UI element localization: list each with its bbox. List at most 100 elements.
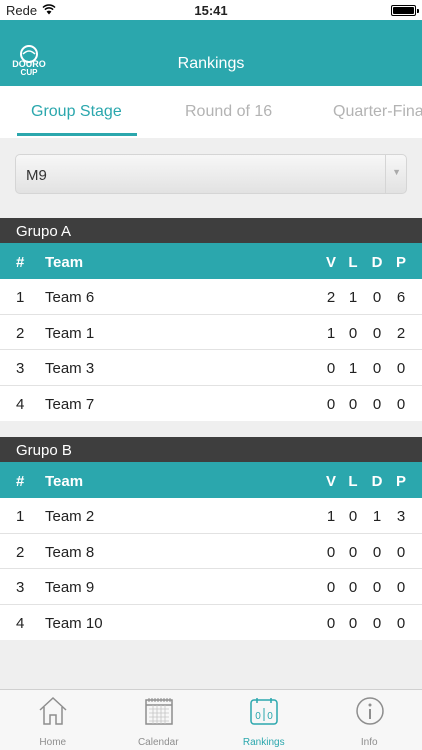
row-draws: 0 — [372, 395, 382, 413]
col-wins-header: V — [325, 254, 336, 271]
group-title: Grupo A — [0, 218, 422, 243]
table-row[interactable]: 4 Team 10 0 0 0 0 — [0, 605, 422, 641]
select-divider — [385, 155, 386, 193]
row-losses: 0 — [348, 543, 358, 561]
row-rank: 3 — [16, 360, 25, 377]
col-points-header: P — [395, 254, 406, 271]
row-team: Team 10 — [45, 614, 103, 632]
col-team-header: Team — [45, 473, 84, 490]
table-row[interactable]: 4 Team 7 0 0 0 0 — [0, 386, 422, 422]
home-icon — [39, 696, 67, 725]
table-header: # Team V L D P — [0, 243, 422, 279]
tabbar-label: Home — [39, 737, 67, 748]
row-wins: 1 — [326, 508, 336, 525]
row-rank: 2 — [16, 324, 25, 342]
status-time: 15:41 — [194, 3, 228, 18]
row-points: 0 — [396, 614, 406, 632]
col-team-header: Team — [45, 254, 84, 271]
battery-icon — [391, 5, 419, 16]
row-draws: 0 — [372, 614, 382, 632]
col-rank-header: # — [16, 254, 25, 271]
row-rank: 4 — [16, 614, 25, 632]
row-wins: 0 — [326, 543, 336, 561]
group-a-standings: Grupo A # Team V L D P 1 Team 6 2 1 0 6 … — [0, 218, 422, 421]
row-team: Team 8 — [45, 543, 95, 561]
row-points: 6 — [396, 289, 406, 306]
svg-text:0: 0 — [267, 711, 273, 722]
row-rank: 1 — [16, 508, 25, 525]
table-row[interactable]: 3 Team 3 0 1 0 0 — [0, 350, 422, 386]
rankings-icon: 0 0 — [250, 698, 278, 725]
tabbar-calendar[interactable]: Calendar — [106, 690, 212, 750]
row-wins: 0 — [326, 360, 336, 377]
row-team: Team 7 — [45, 395, 95, 413]
row-losses: 1 — [348, 360, 358, 377]
row-points: 0 — [396, 395, 406, 413]
group-b-standings: Grupo B # Team V L D P 1 Team 2 1 0 1 3 … — [0, 437, 422, 640]
row-team: Team 1 — [45, 324, 95, 342]
row-losses: 1 — [348, 289, 358, 306]
row-draws: 1 — [372, 508, 382, 525]
row-rank: 1 — [16, 289, 25, 306]
category-select[interactable]: M9 ▼ — [15, 154, 407, 194]
chevron-down-icon: ▼ — [392, 167, 401, 177]
row-wins: 0 — [326, 395, 336, 413]
row-wins: 0 — [326, 579, 336, 596]
row-rank: 3 — [16, 579, 25, 596]
table-row[interactable]: 2 Team 1 1 0 0 2 — [0, 315, 422, 350]
row-points: 0 — [396, 579, 406, 596]
row-points: 3 — [396, 508, 406, 525]
row-wins: 1 — [326, 324, 336, 342]
row-draws: 0 — [372, 579, 382, 596]
tab-quarter-finals[interactable]: Quarter-Finals — [333, 103, 422, 121]
row-draws: 0 — [372, 360, 382, 377]
row-draws: 0 — [372, 289, 382, 306]
row-points: 2 — [396, 324, 406, 342]
page-title: Rankings — [177, 55, 245, 72]
tab-group-stage[interactable]: Group Stage — [31, 103, 122, 121]
row-losses: 0 — [348, 579, 358, 596]
row-rank: 2 — [16, 543, 25, 561]
col-losses-header: L — [348, 254, 358, 271]
svg-text:0: 0 — [255, 711, 261, 722]
row-team: Team 2 — [45, 508, 95, 525]
col-rank-header: # — [16, 473, 25, 490]
navigation-bar: DOURO CUP Rankings — [0, 20, 422, 86]
table-row[interactable]: 3 Team 9 0 0 0 0 — [0, 569, 422, 605]
row-team: Team 9 — [45, 579, 95, 596]
tabbar-rankings[interactable]: 0 0 Rankings — [211, 690, 317, 750]
tabbar-label: Info — [360, 737, 378, 748]
bottom-tab-bar: Home Calendar 0 0 Rankings Info — [0, 689, 422, 750]
col-draws-header: D — [371, 254, 383, 271]
tabbar-label: Calendar — [137, 737, 179, 748]
tabbar-info[interactable]: Info — [317, 690, 422, 750]
tabbar-label: Rankings — [242, 737, 285, 748]
col-wins-header: V — [325, 473, 336, 490]
category-select-value: M9 — [26, 167, 47, 184]
table-row[interactable]: 2 Team 8 0 0 0 0 — [0, 534, 422, 569]
stage-tabs: Group Stage Round of 16 Quarter-Finals — [0, 86, 422, 138]
row-losses: 0 — [348, 508, 358, 525]
tab-round-of-16[interactable]: Round of 16 — [185, 103, 272, 121]
tabbar-home[interactable]: Home — [0, 690, 106, 750]
row-points: 0 — [396, 360, 406, 377]
row-team: Team 3 — [45, 360, 95, 377]
status-bar: Rede 15:41 — [0, 0, 422, 20]
group-title: Grupo B — [0, 437, 422, 462]
row-draws: 0 — [372, 543, 382, 561]
col-losses-header: L — [348, 473, 358, 490]
table-row[interactable]: 1 Team 2 1 0 1 3 — [0, 498, 422, 534]
row-rank: 4 — [16, 395, 25, 413]
table-header: # Team V L D P — [0, 462, 422, 498]
row-draws: 0 — [372, 324, 382, 342]
col-points-header: P — [395, 473, 406, 490]
col-draws-header: D — [371, 473, 383, 490]
table-row[interactable]: 1 Team 6 2 1 0 6 — [0, 279, 422, 315]
row-wins: 0 — [326, 614, 336, 632]
info-icon — [355, 697, 384, 725]
active-tab-indicator — [17, 133, 137, 136]
row-losses: 0 — [348, 395, 358, 413]
row-losses: 0 — [348, 614, 358, 632]
row-points: 0 — [396, 543, 406, 561]
row-losses: 0 — [348, 324, 358, 342]
